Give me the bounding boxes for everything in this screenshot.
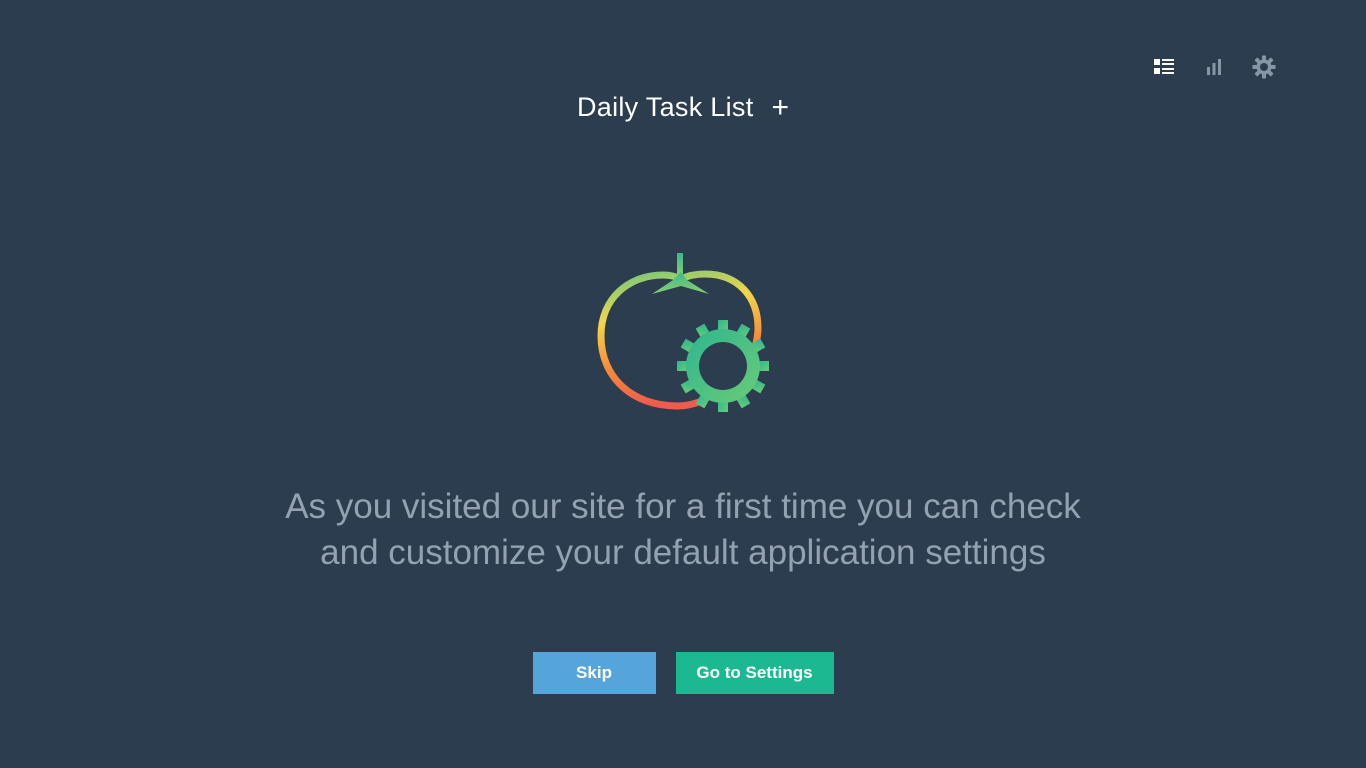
task-list-icon[interactable] [1152,55,1176,79]
statistics-icon[interactable] [1202,55,1226,79]
settings-icon[interactable] [1252,55,1276,79]
top-toolbar [1152,55,1276,79]
add-task-list-button[interactable]: + [772,92,790,123]
go-to-settings-button[interactable]: Go to Settings [675,652,834,694]
welcome-message-line-1: As you visited our site for a first time… [285,487,1081,526]
page-header: Daily Task List + [0,92,1366,123]
welcome-screen: Daily Task List + As you visited our sit… [0,0,1366,768]
action-buttons: Skip Go to Settings [0,652,1366,694]
page-title: Daily Task List [576,92,754,122]
welcome-message-line-2: and customize your default application s… [320,533,1046,572]
tomato-gear-icon [593,248,773,418]
skip-button[interactable]: Skip [532,652,656,694]
welcome-message: As you visited our site for a first time… [0,484,1366,576]
